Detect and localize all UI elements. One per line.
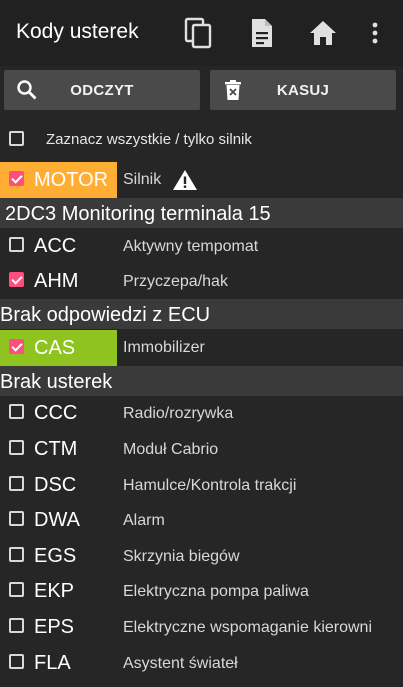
ekp-checkbox[interactable] — [9, 582, 24, 597]
list-item-eps[interactable]: EPS Elektryczne wspomaganie kierowni — [0, 609, 403, 645]
list-item-ekp[interactable]: EKP Elektryczna pompa paliwa — [0, 573, 403, 609]
motor-checkbox[interactable] — [9, 171, 24, 186]
more-vert-icon[interactable] — [359, 16, 391, 50]
section-title: Brak usterek — [0, 371, 113, 393]
ccc-checkbox[interactable] — [9, 404, 24, 419]
list-item-ctm[interactable]: CTM Moduł Cabrio — [0, 431, 403, 467]
fla-desc: Asystent świateł — [123, 655, 238, 672]
select-all-checkbox[interactable] — [9, 131, 24, 146]
egs-checkbox[interactable] — [9, 547, 24, 562]
section-header-no-faults: Brak usterek — [0, 366, 403, 396]
ekp-desc: Elektryczna pompa paliwa — [123, 583, 309, 600]
fla-code: FLA — [34, 652, 71, 674]
trash-icon — [222, 79, 244, 101]
cas-checkbox[interactable] — [9, 339, 24, 354]
ctm-code: CTM — [34, 438, 78, 460]
warning-icon — [172, 168, 198, 197]
read-button[interactable]: ODCZYT — [4, 70, 200, 110]
ekp-code: EKP — [34, 580, 75, 602]
dwa-code: DWA — [34, 509, 80, 531]
select-all-row[interactable]: Zaznacz wszystkie / tylko silnik — [0, 122, 403, 158]
cas-code: CAS — [34, 337, 76, 359]
list-item-ccc[interactable]: CCC Radio/rozrywka — [0, 395, 403, 431]
egs-desc: Skrzynia biegów — [123, 548, 240, 565]
ahm-checkbox[interactable] — [9, 272, 24, 287]
list-item-dwa[interactable]: DWA Alarm — [0, 502, 403, 538]
acc-desc: Aktywny tempomat — [123, 238, 259, 255]
motor-code: MOTOR — [34, 169, 109, 191]
list-item-ahm[interactable]: AHM Przyczepa/hak — [0, 263, 403, 299]
page-title: Kody usterek — [16, 20, 139, 43]
ahm-code: AHM — [34, 270, 79, 292]
list-item-egs[interactable]: EGS Skrzynia biegów — [0, 538, 403, 574]
select-all-label: Zaznacz wszystkie / tylko silnik — [46, 131, 252, 148]
fla-checkbox[interactable] — [9, 654, 24, 669]
action-toolbar: ODCZYT KASUJ — [0, 66, 403, 118]
delete-button[interactable]: KASUJ — [210, 70, 396, 110]
acc-checkbox[interactable] — [9, 237, 24, 252]
list-item-acc[interactable]: ACC Aktywny tempomat — [0, 228, 403, 264]
app-bar: Kody usterek — [0, 0, 403, 66]
eps-code: EPS — [34, 616, 75, 638]
dsc-desc: Hamulce/Kontrola trakcji — [123, 477, 297, 494]
delete-button-label: KASUJ — [276, 81, 330, 99]
egs-code: EGS — [34, 545, 77, 567]
document-icon[interactable] — [246, 16, 278, 50]
acc-code: ACC — [34, 235, 77, 257]
ctm-desc: Moduł Cabrio — [123, 441, 219, 458]
eps-desc: Elektryczne wspomaganie kierowni — [123, 619, 372, 636]
list-item-motor[interactable]: MOTOR Silnik — [0, 162, 403, 198]
ahm-desc: Przyczepa/hak — [123, 273, 228, 290]
copy-icon[interactable] — [183, 16, 215, 50]
list-item-cas[interactable]: CAS Immobilizer — [0, 330, 403, 366]
motor-desc: Silnik — [123, 171, 162, 188]
section-header-monitoring: 2DC3 Monitoring terminala 15 — [0, 198, 403, 228]
dsc-checkbox[interactable] — [9, 476, 24, 491]
dwa-checkbox[interactable] — [9, 511, 24, 526]
cas-desc: Immobilizer — [123, 339, 205, 356]
section-title: Brak odpowiedzi z ECU — [0, 304, 211, 326]
list-item-dsc[interactable]: DSC Hamulce/Kontrola trakcji — [0, 467, 403, 503]
list-item-fla[interactable]: FLA Asystent świateł — [0, 645, 403, 681]
dsc-code: DSC — [34, 474, 77, 496]
ccc-code: CCC — [34, 402, 78, 424]
ctm-checkbox[interactable] — [9, 440, 24, 455]
eps-checkbox[interactable] — [9, 618, 24, 633]
search-icon — [16, 79, 38, 101]
dwa-desc: Alarm — [123, 512, 165, 529]
section-header-no-response: Brak odpowiedzi z ECU — [0, 299, 403, 329]
ccc-desc: Radio/rozrywka — [123, 405, 234, 422]
section-title: 2DC3 Monitoring terminala 15 — [5, 203, 271, 225]
read-button-label: ODCZYT — [70, 81, 134, 99]
home-icon[interactable] — [307, 16, 339, 50]
